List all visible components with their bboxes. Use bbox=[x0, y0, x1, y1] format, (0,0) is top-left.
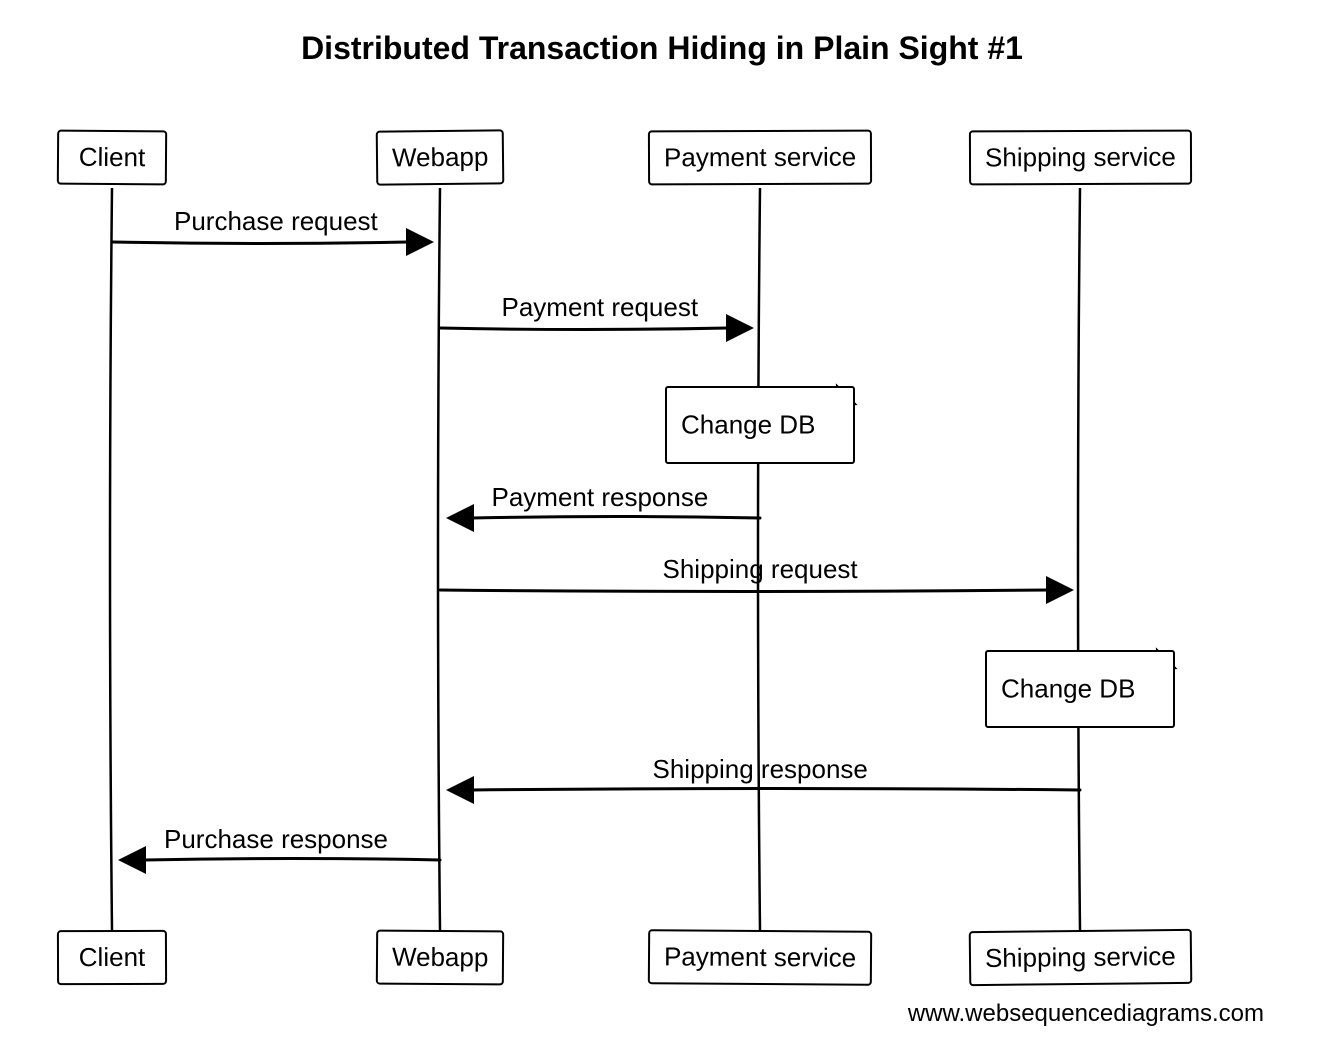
actor-label: Payment service bbox=[664, 941, 856, 972]
message-shipping-req-line bbox=[440, 590, 1048, 592]
actor-label: Webapp bbox=[392, 141, 489, 172]
message-shipping-req-arrowhead bbox=[1046, 576, 1074, 604]
message-shipping-resp-line bbox=[472, 789, 1080, 791]
lifeline-shipping bbox=[1078, 188, 1080, 930]
actor-label: Webapp bbox=[392, 942, 489, 973]
actor-webapp-top: Webapp bbox=[376, 129, 505, 185]
message-payment-req-label: Payment request bbox=[502, 292, 699, 323]
actor-label: Client bbox=[79, 142, 146, 172]
footer-credit: www.websequencediagrams.com bbox=[908, 1000, 1264, 1028]
lifeline-webapp bbox=[438, 188, 440, 930]
message-purchase-req-arrowhead bbox=[406, 228, 434, 256]
message-payment-req-arrowhead bbox=[726, 314, 754, 342]
message-purchase-resp-line bbox=[144, 859, 440, 861]
actor-label: Shipping service bbox=[984, 941, 1175, 973]
actor-payment-bottom: Payment service bbox=[648, 929, 873, 986]
message-payment-resp-arrowhead bbox=[446, 504, 474, 532]
actor-webapp-bottom: Webapp bbox=[376, 930, 505, 986]
actor-label: Payment service bbox=[664, 142, 856, 173]
message-payment-resp-label: Payment response bbox=[492, 482, 709, 513]
note-label: Change DB bbox=[1001, 674, 1165, 705]
message-shipping-resp-label: Shipping response bbox=[653, 754, 868, 785]
actor-shipping-bottom: Shipping service bbox=[968, 929, 1191, 986]
lifeline-client bbox=[110, 188, 112, 930]
message-purchase-req-label: Purchase request bbox=[174, 206, 378, 237]
note-shipping-db: Change DB bbox=[985, 650, 1175, 728]
actor-label: Shipping service bbox=[984, 142, 1175, 173]
note-payment-db: Change DB bbox=[665, 386, 855, 464]
message-shipping-req-label: Shipping request bbox=[663, 554, 858, 585]
actor-payment-top: Payment service bbox=[648, 130, 872, 186]
message-payment-resp-line bbox=[472, 517, 760, 519]
actor-shipping-top: Shipping service bbox=[968, 130, 1191, 186]
actor-client-bottom: Client bbox=[57, 930, 167, 985]
message-purchase-req-line bbox=[112, 242, 408, 244]
message-purchase-resp-label: Purchase response bbox=[164, 824, 388, 855]
actor-client-top: Client bbox=[57, 130, 167, 186]
message-payment-req-line bbox=[440, 328, 728, 330]
note-label: Change DB bbox=[681, 410, 845, 441]
diagram-title: Distributed Transaction Hiding in Plain … bbox=[0, 30, 1324, 67]
message-purchase-resp-arrowhead bbox=[118, 846, 146, 874]
actor-label: Client bbox=[79, 942, 146, 972]
message-shipping-resp-arrowhead bbox=[446, 776, 474, 804]
